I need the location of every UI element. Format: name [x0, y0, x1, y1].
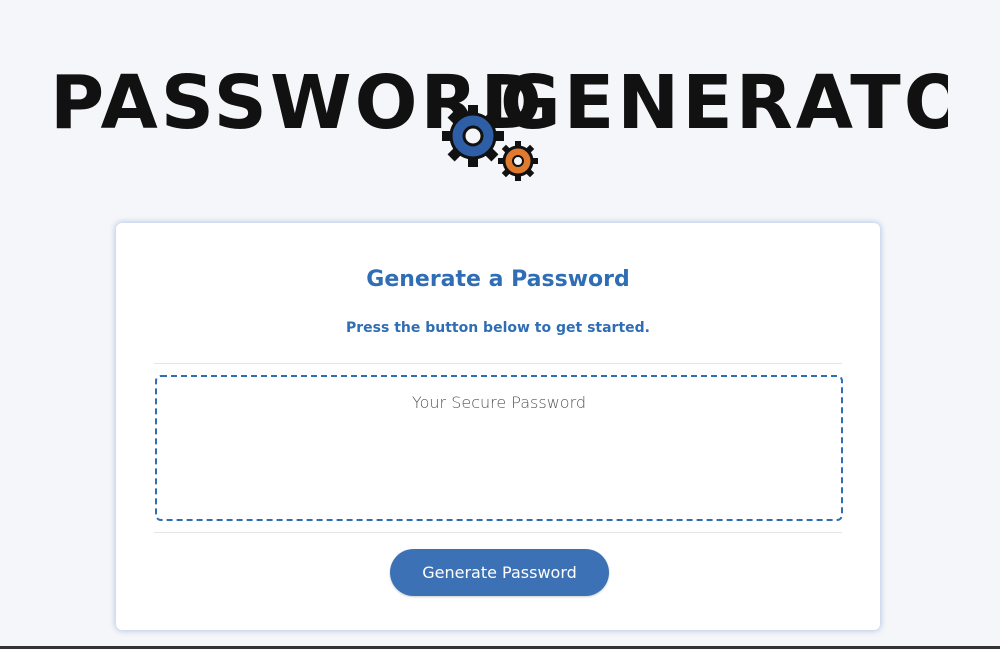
password-output-field[interactable]: [155, 375, 843, 521]
divider-top: [154, 363, 842, 364]
generate-password-button[interactable]: Generate Password: [390, 549, 609, 596]
card-subtitle: Press the button below to get started.: [346, 320, 650, 336]
app-logo: PASSWORD GENERATOR: [48, 36, 948, 186]
gear-large-icon: [442, 105, 504, 167]
gear-small-icon: [498, 141, 538, 181]
divider-bottom: [154, 532, 842, 533]
password-card: Generate a Password Press the button bel…: [116, 223, 880, 630]
logo-graphic: PASSWORD GENERATOR: [50, 60, 948, 181]
logo-text-generator: GENERATOR: [500, 60, 948, 146]
card-title: Generate a Password: [366, 267, 630, 292]
